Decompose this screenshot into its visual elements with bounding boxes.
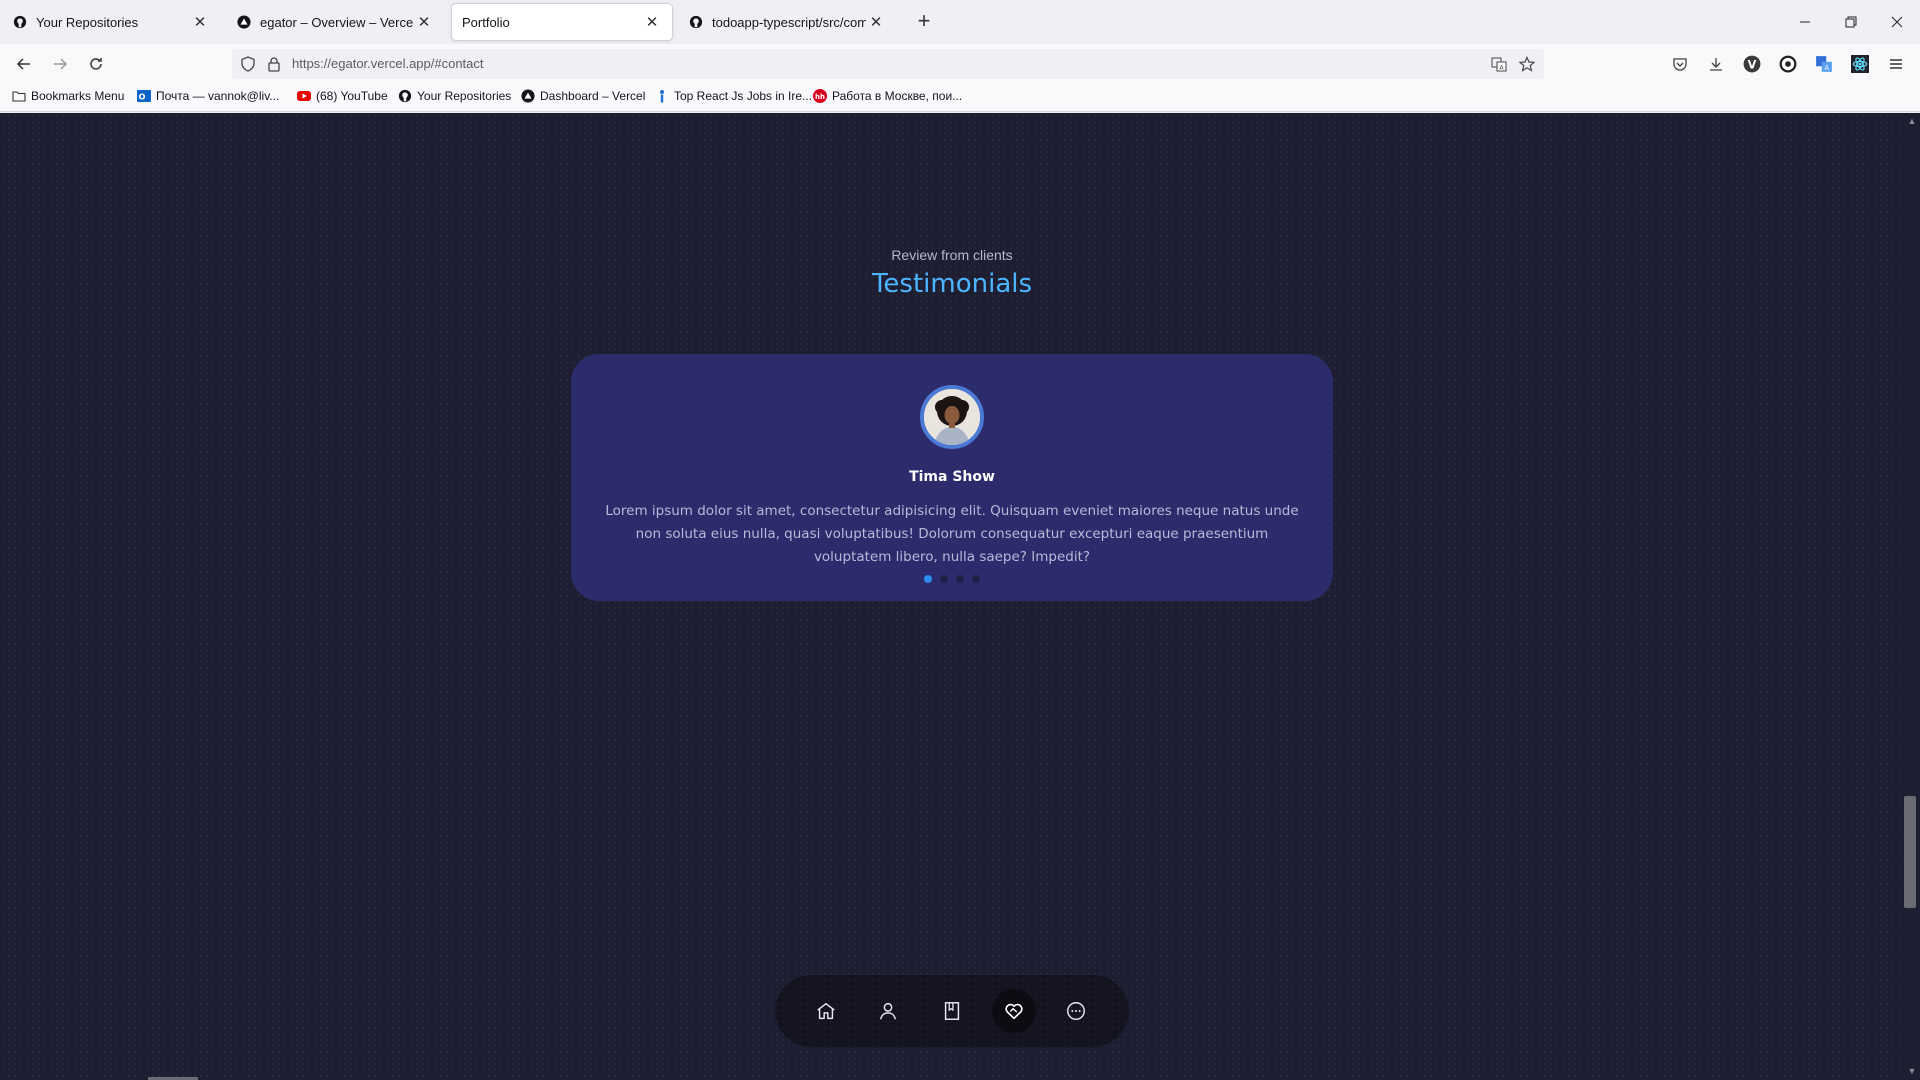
page-content: Review from clients Testimonials Tima Sh… — [0, 113, 1904, 1080]
new-tab-button[interactable]: + — [910, 8, 938, 36]
pagination-dot-2[interactable] — [940, 575, 948, 583]
forward-button[interactable] — [46, 50, 74, 78]
shield-icon[interactable] — [240, 56, 256, 72]
testimonial-card[interactable]: Tima Show Lorem ipsum dolor sit amet, co… — [571, 354, 1333, 601]
tab-todoapp[interactable]: todoapp-typescript/src/compo ✕ — [678, 4, 896, 40]
handshake-heart-icon — [1005, 1003, 1023, 1020]
floating-nav — [775, 975, 1129, 1047]
github-icon — [688, 14, 704, 30]
tab-egator-vercel[interactable]: egator – Overview – Vercel ✕ — [226, 4, 444, 40]
nav-testimonials-link[interactable] — [992, 989, 1036, 1033]
bookmark-label: Top React Js Jobs in Ire... — [674, 89, 813, 103]
tab-title: Your Repositories — [36, 14, 139, 30]
svg-text:A: A — [1825, 64, 1830, 72]
scrollbar-thumb[interactable] — [1904, 796, 1916, 908]
arrow-left-icon — [16, 58, 30, 70]
section-subtitle: Review from clients — [891, 247, 1013, 263]
bookmark-label: Bookmarks Menu — [31, 89, 125, 103]
sync-extension-icon[interactable] — [1774, 50, 1802, 78]
bookmark-label: (68) YouTube — [316, 89, 388, 103]
menu-icon[interactable] — [1882, 50, 1910, 78]
tab-title: todoapp-typescript/src/compo — [712, 14, 866, 30]
user-icon — [879, 1002, 897, 1020]
vercel-icon — [236, 14, 252, 30]
restore-button[interactable] — [1828, 0, 1874, 44]
tab-portfolio[interactable]: Portfolio ✕ — [452, 4, 672, 40]
download-icon[interactable] — [1702, 50, 1730, 78]
react-devtools-icon[interactable] — [1846, 50, 1874, 78]
bookmark-item[interactable]: O Почта — vannok@liv... — [137, 89, 279, 103]
svg-text:V: V — [1748, 59, 1757, 72]
close-icon[interactable]: ✕ — [190, 13, 210, 31]
bookmark-item[interactable]: hh Работа в Москве, пои... — [813, 89, 962, 103]
reload-button[interactable] — [82, 50, 110, 78]
bookmark-label: Dashboard – Vercel — [540, 89, 646, 103]
star-bookmark-icon[interactable] — [1518, 55, 1536, 73]
nav-about-link[interactable] — [866, 989, 910, 1033]
lock-icon[interactable] — [266, 56, 282, 72]
avatar — [920, 385, 984, 449]
tab-your-repositories[interactable]: Your Repositories ✕ — [2, 4, 220, 40]
bookmark-item[interactable]: Top React Js Jobs in Ire... — [655, 89, 812, 103]
url-text[interactable]: https://egator.vercel.app/#contact — [292, 56, 484, 71]
testimonial-text: Lorem ipsum dolor sit amet, consectetur … — [605, 503, 1299, 565]
reviewer-name: Tima Show — [909, 469, 995, 485]
pagination-dot-1[interactable] — [924, 575, 932, 583]
bookmark-item[interactable]: Dashboard – Vercel — [521, 89, 645, 103]
navigation-toolbar: https://egator.vercel.app/#contact A V A — [0, 44, 1920, 84]
vpn-extension-icon[interactable]: V — [1738, 50, 1766, 78]
translate-icon[interactable]: A — [1490, 55, 1508, 73]
youtube-icon — [297, 89, 311, 103]
back-button[interactable] — [10, 50, 38, 78]
close-icon[interactable]: ✕ — [642, 13, 662, 31]
arrow-right-icon — [54, 58, 68, 70]
address-bar[interactable]: https://egator.vercel.app/#contact A — [232, 49, 1544, 79]
scroll-down-arrow-icon[interactable]: ▼ — [1906, 1066, 1918, 1076]
scroll-up-arrow-icon[interactable]: ▲ — [1906, 116, 1918, 126]
hh-icon: hh — [813, 89, 827, 103]
pocket-icon[interactable] — [1666, 50, 1694, 78]
bookmark-item[interactable]: Bookmarks Menu — [12, 89, 124, 103]
outlook-icon: O — [137, 89, 151, 103]
translate-extension-icon[interactable]: A — [1810, 50, 1838, 78]
vertical-scrollbar[interactable] — [1904, 113, 1920, 1080]
bookmark-item[interactable]: Your Repositories — [398, 89, 511, 103]
book-icon — [944, 1002, 960, 1020]
close-icon[interactable]: ✕ — [866, 13, 886, 31]
tab-title: egator – Overview – Vercel — [260, 14, 414, 30]
vercel-icon — [521, 89, 535, 103]
nav-experience-link[interactable] — [930, 989, 974, 1033]
carousel-pagination — [571, 575, 1333, 583]
github-icon — [398, 89, 412, 103]
minimize-button[interactable] — [1782, 0, 1828, 44]
bookmark-label: Почта — vannok@liv... — [156, 89, 280, 103]
svg-text:O: O — [139, 93, 146, 102]
github-icon — [12, 14, 28, 30]
folder-icon — [12, 89, 26, 103]
jobs-icon — [655, 89, 669, 103]
close-window-button[interactable] — [1874, 0, 1920, 44]
reload-icon — [90, 58, 102, 70]
bookmark-label: Работа в Москве, пои... — [832, 89, 963, 103]
bookmarks-toolbar: Bookmarks Menu O Почта — vannok@liv... (… — [0, 84, 1920, 112]
bookmark-label: Your Repositories — [417, 89, 512, 103]
nav-home-link[interactable] — [804, 989, 848, 1033]
svg-text:hh: hh — [815, 93, 825, 101]
bookmark-item[interactable]: (68) YouTube — [297, 89, 388, 103]
home-icon — [817, 1002, 835, 1020]
tab-bar: Your Repositories ✕ egator – Overview – … — [0, 0, 1920, 44]
nav-contact-link[interactable] — [1054, 989, 1098, 1033]
chat-icon — [1067, 1002, 1085, 1020]
tab-title: Portfolio — [462, 14, 510, 30]
pagination-dot-4[interactable] — [972, 575, 980, 583]
pagination-dot-3[interactable] — [956, 575, 964, 583]
section-heading: Testimonials — [871, 269, 1033, 299]
close-icon[interactable]: ✕ — [414, 13, 434, 31]
